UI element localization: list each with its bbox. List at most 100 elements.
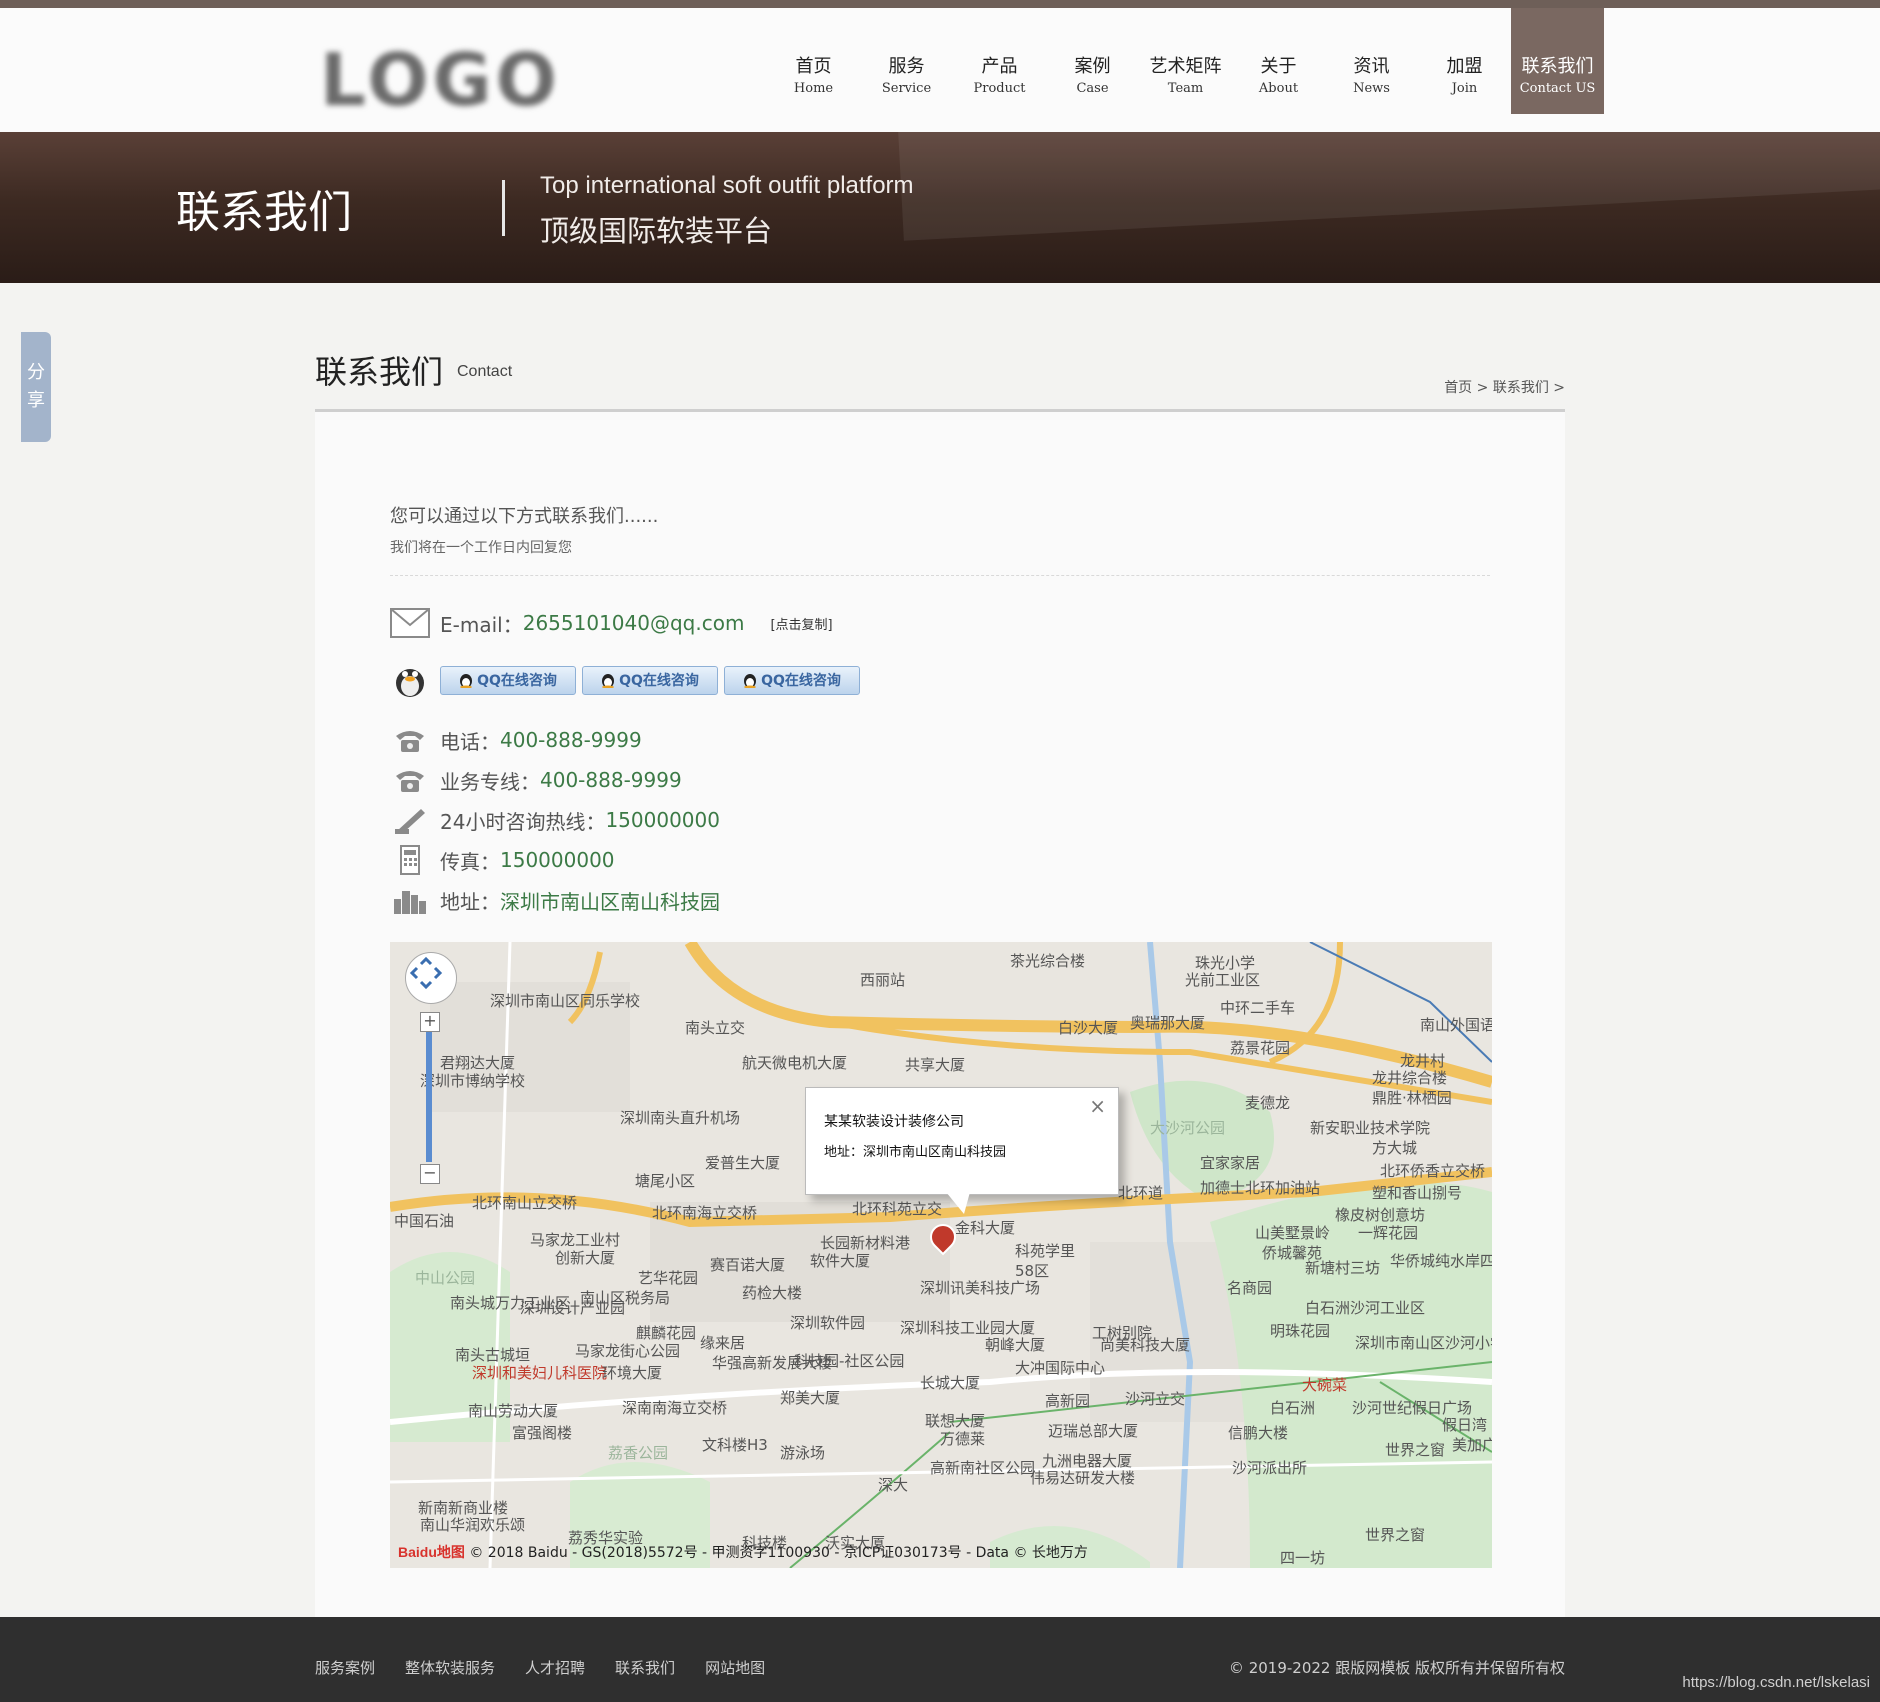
nav-label-cn: 服务 (888, 56, 925, 77)
map-label: 荔景花园 (1230, 1039, 1291, 1057)
map-label: 深南南海立交桥 (622, 1399, 728, 1417)
map-label: 朝峰大厦 (985, 1336, 1046, 1354)
map-label: 伟易达研发大楼 (1030, 1469, 1136, 1487)
map-label: 方大城 (1372, 1139, 1418, 1157)
footer-link-service[interactable]: 整体软装服务 (405, 1657, 495, 1678)
nav-label-cn: 产品 (981, 56, 1018, 77)
business-line-row: 业务专线： 400-888-9999 (390, 764, 682, 796)
footer-link-contact[interactable]: 联系我们 (615, 1657, 675, 1678)
nav-news[interactable]: 资讯 News (1325, 8, 1418, 114)
map-label: 艺华花园 (638, 1269, 699, 1287)
intro-subtext: 我们将在一个工作日内回复您 (390, 540, 572, 556)
map-label: 茶光综合楼 (1010, 952, 1086, 970)
nav-label-cn: 首页 (795, 56, 832, 77)
nav-label-en: Service (881, 81, 932, 96)
nav-label-en: About (1258, 81, 1299, 96)
close-icon[interactable]: × (1089, 1094, 1106, 1118)
map-label: 北环侨香立交桥 (1380, 1162, 1486, 1180)
baidu-logo[interactable]: Baidu地图 (398, 1544, 465, 1560)
zoom-out-button[interactable]: − (420, 1164, 440, 1184)
map-label: 深圳市南山区同乐学校 (490, 992, 641, 1010)
map-label: 塑和香山捌号 (1372, 1184, 1463, 1202)
map-label: 科技园-社区公园 (794, 1352, 905, 1370)
banner-divider (502, 180, 505, 236)
map-label: 假日湾 (1442, 1416, 1488, 1434)
map-copyright-text: © 2018 Baidu - GS(2018)5572号 - 甲测资字11009… (469, 1545, 1088, 1561)
share-label: 分 (27, 362, 45, 383)
map-label: 塘尾小区 (635, 1172, 696, 1190)
nav-contact[interactable]: 联系我们 Contact US (1511, 8, 1604, 114)
map-label: 侨城馨苑 (1262, 1244, 1323, 1262)
qq-consult-button[interactable]: QQ在线咨询 (440, 665, 576, 695)
map-label: 工树别院 (1092, 1324, 1153, 1342)
map-label: 西丽站 (860, 971, 906, 989)
map-label: 科苑学里 (1015, 1242, 1076, 1260)
footer-copyright: © 2019-2022 跟版网模板 版权所有并保留所有权 (1228, 1659, 1565, 1677)
map-copyright: Baidu地图 © 2018 Baidu - GS(2018)5572号 - 甲… (398, 1542, 1088, 1562)
footer-link-sitemap[interactable]: 网站地图 (705, 1657, 765, 1678)
nav-case[interactable]: 案例 Case (1046, 8, 1139, 114)
divider (390, 575, 1490, 576)
map-label: 南山外国语学校 (1420, 1016, 1492, 1034)
nav-label-cn: 联系我们 (1521, 56, 1594, 77)
copy-email-button[interactable]: [点击复制] (770, 614, 832, 633)
nav-label-en: Contact US (1519, 81, 1596, 96)
map-label: 华侨城纯水岸四期 (1390, 1252, 1492, 1270)
nav-about[interactable]: 关于 About (1232, 8, 1325, 114)
nav-product[interactable]: 产品 Product (953, 8, 1046, 114)
nav-join[interactable]: 加盟 Join (1418, 8, 1511, 114)
pan-control[interactable] (405, 952, 457, 1004)
share-tab[interactable]: 分 享 (21, 332, 51, 442)
map-label: 深大 (878, 1476, 909, 1494)
map-label: 富强阁楼 (512, 1424, 573, 1442)
site-logo[interactable]: LOGO (320, 38, 557, 122)
map-label: 深圳软件园 (790, 1314, 866, 1332)
footer-links: 服务案例 整体软装服务 人才招聘 联系我们 网站地图 (315, 1657, 795, 1678)
qq-icon (460, 674, 473, 688)
fax-icon (390, 844, 430, 876)
map-label: 深圳讯美科技广场 (920, 1279, 1041, 1297)
map-label: 荔香公园 (608, 1444, 669, 1462)
map-label: 奥瑞那大厦 (1130, 1014, 1206, 1032)
email-value[interactable]: 2655101040@qq.com (523, 611, 745, 635)
nav-label-en: Case (1076, 81, 1109, 96)
hotline-row: 24小时咨询热线： 150000000 (390, 804, 720, 836)
breadcrumb[interactable]: 首页 > 联系我们 > (1444, 377, 1565, 397)
qq-button-label: QQ在线咨询 (477, 673, 557, 689)
map-label: 深圳和美妇儿科医院 (472, 1364, 608, 1382)
zoom-in-button[interactable]: + (420, 1012, 440, 1032)
nav-service[interactable]: 服务 Service (860, 8, 953, 114)
map-label: 文科楼H3 (702, 1436, 768, 1454)
map-label: 一辉花园 (1358, 1224, 1419, 1242)
map-label: 赛百诺大厦 (710, 1256, 786, 1274)
map-label: 马家龙街心公园 (575, 1342, 681, 1360)
map-label: 大冲国际中心 (1015, 1359, 1106, 1377)
fax-row: 传真： 150000000 (390, 844, 615, 876)
qq-consult-button[interactable]: QQ在线咨询 (724, 665, 860, 695)
hotline-label: 24小时咨询热线： (440, 809, 606, 834)
map-label: 中国石油 (394, 1212, 455, 1230)
nav-label-en: News (1353, 81, 1390, 96)
watermark: https://blog.csdn.net/lskelasi (1682, 1674, 1870, 1691)
phone-label: 电话： (440, 729, 500, 754)
map-label: 明珠花园 (1270, 1322, 1331, 1340)
nav-label-cn: 资讯 (1353, 56, 1390, 77)
map-label: 迈瑞总部大厦 (1048, 1422, 1139, 1440)
map-label: 加德士北环加油站 (1200, 1179, 1321, 1197)
map-label: 山美墅景岭 (1255, 1224, 1331, 1242)
footer-link-cases[interactable]: 服务案例 (315, 1657, 375, 1678)
fax-value: 150000000 (500, 848, 615, 872)
telephone-icon (390, 724, 430, 756)
zoom-slider[interactable] (426, 1032, 432, 1162)
nav-home[interactable]: 首页 Home (767, 8, 860, 114)
nav-label-cn: 案例 (1074, 56, 1111, 77)
top-accent-bar (0, 0, 1880, 8)
nav-team[interactable]: 艺术矩阵 Team (1139, 8, 1232, 114)
footer-link-jobs[interactable]: 人才招聘 (525, 1657, 585, 1678)
qq-button-label: QQ在线咨询 (761, 673, 841, 689)
qq-consult-button[interactable]: QQ在线咨询 (582, 665, 718, 695)
nav-label-en: Product (973, 81, 1026, 96)
info-window-tail (946, 1192, 970, 1214)
baidu-map[interactable]: 茶光综合楼 珠光小学 光前工业区 西丽站 深圳市南山区同乐学校 南头立交 航天微… (390, 942, 1492, 1568)
email-row: E-mail： 2655101040@qq.com [点击复制] (390, 607, 833, 639)
